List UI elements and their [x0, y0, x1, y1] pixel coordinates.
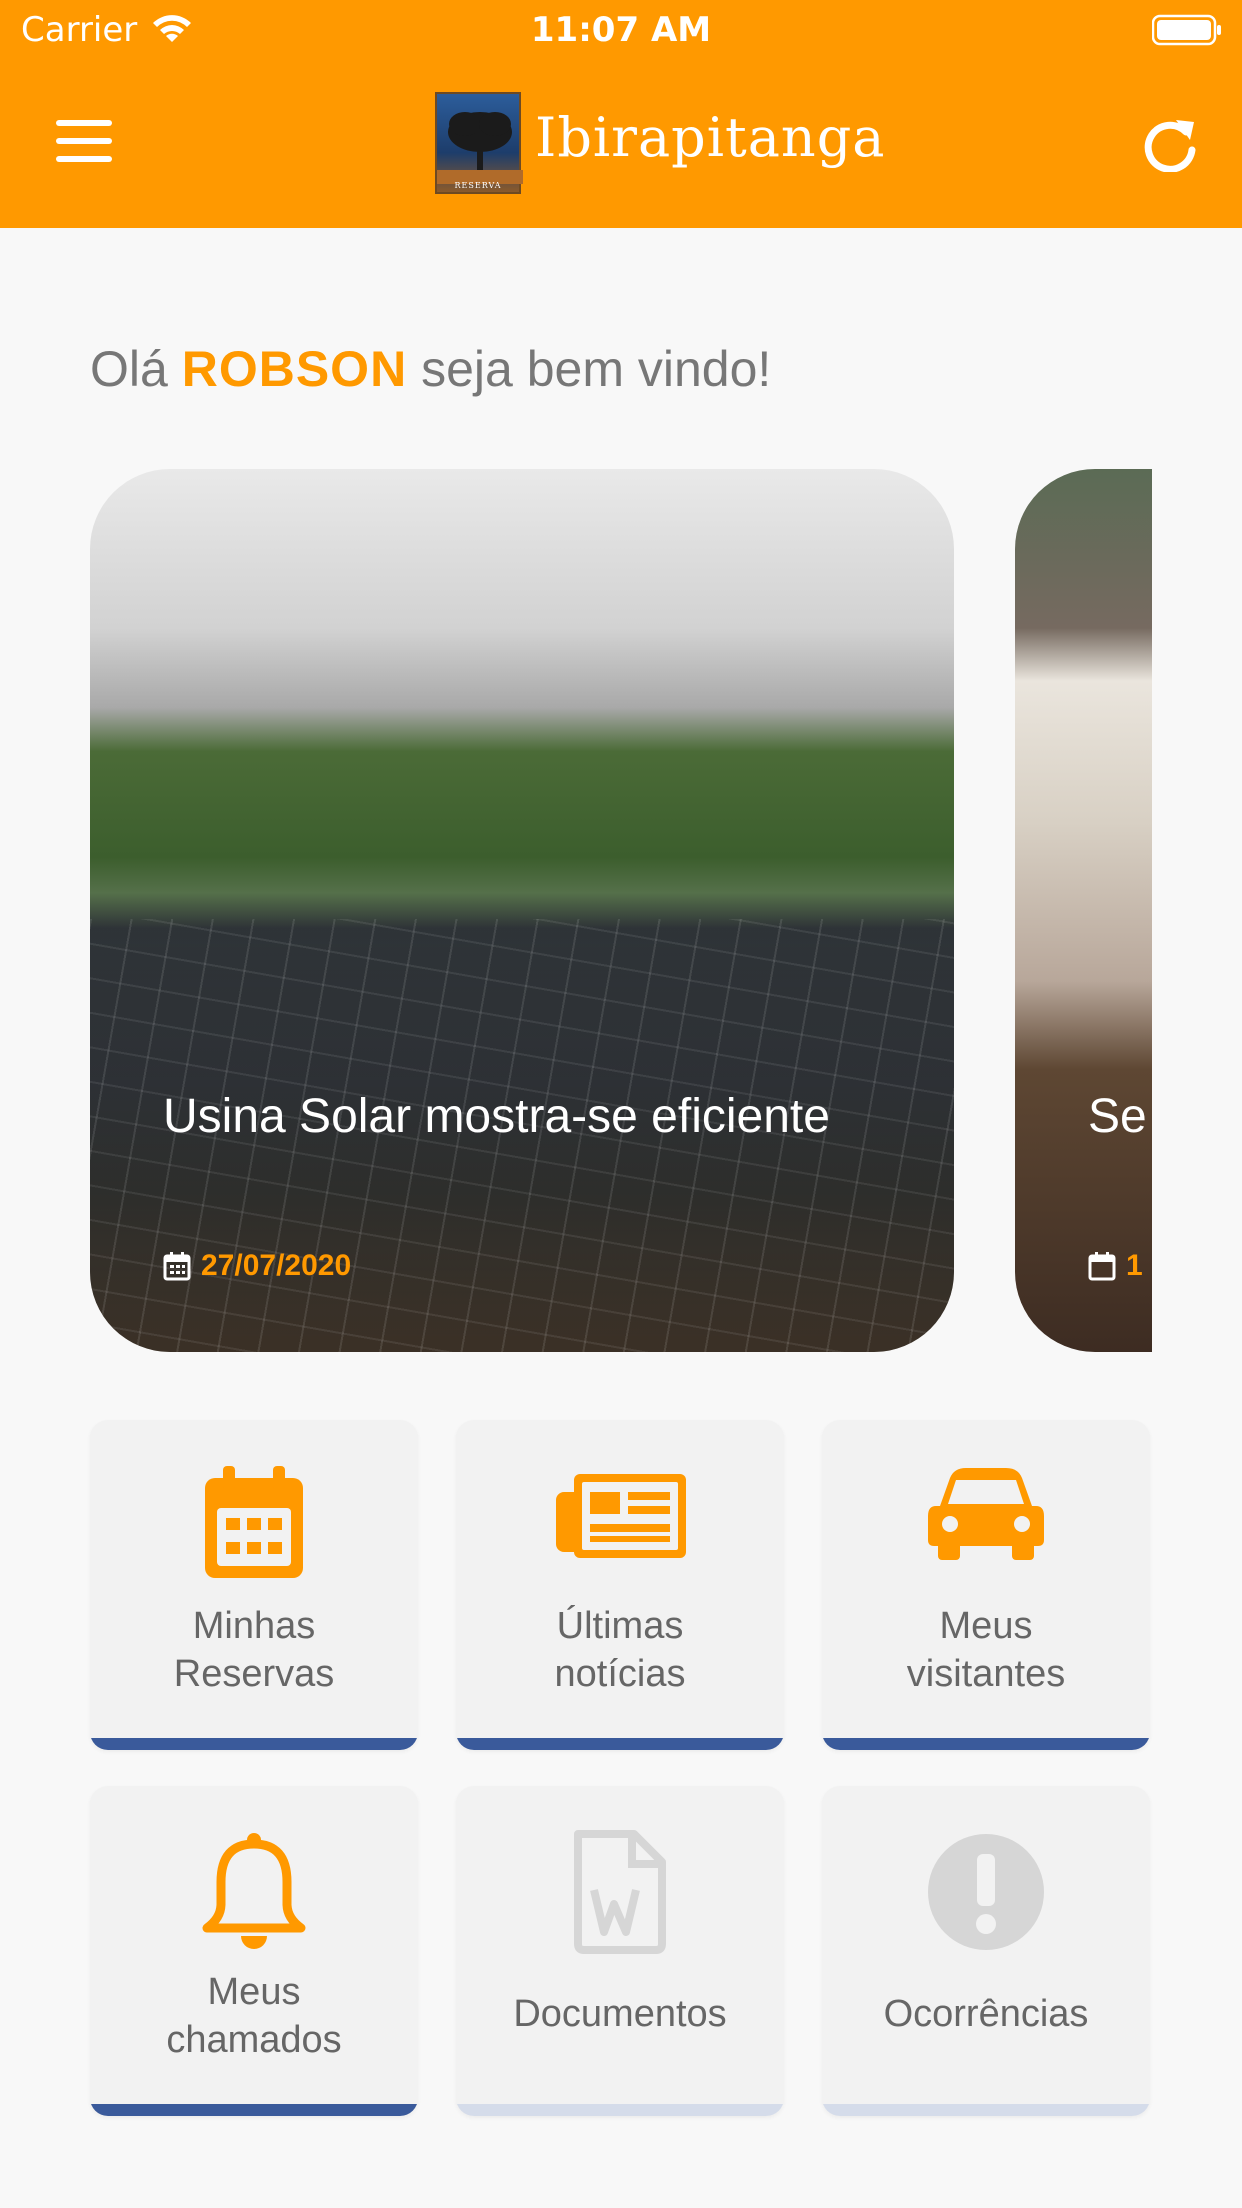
news-card[interactable]: Usina Solar mostra-se eficiente 27/07/20…	[90, 469, 954, 1352]
app-header: Carrier 11:07 AM RESERVA Ibirapitanga	[0, 0, 1242, 228]
news-title: Se ate	[1088, 1090, 1152, 1143]
hamburger-icon	[56, 120, 112, 126]
news-title: Usina Solar mostra-se eficiente	[163, 1090, 830, 1143]
exclamation-circle-icon	[928, 1834, 1044, 1950]
logo-text: Ibirapitanga	[535, 106, 886, 169]
tile-label: Meus chamados	[166, 1971, 342, 2061]
car-icon	[928, 1468, 1044, 1560]
bell-icon	[202, 1833, 306, 1949]
status-bar: Carrier 11:07 AM	[0, 0, 1242, 62]
news-carousel[interactable]: Usina Solar mostra-se eficiente 27/07/20…	[90, 469, 1152, 1352]
tile-ultimas-noticias[interactable]: Últimas notícias	[456, 1420, 784, 1750]
news-card[interactable]: Se ate 1	[1015, 469, 1152, 1352]
tile-meus-chamados[interactable]: Meus chamados	[90, 1786, 418, 2116]
logo-subtext: RESERVA	[454, 181, 502, 190]
menu-button[interactable]	[56, 120, 112, 164]
tile-label: Minhas Reservas	[173, 1605, 335, 1695]
tree-logo-icon: RESERVA	[435, 92, 523, 194]
news-date: 1	[1088, 1249, 1143, 1283]
newspaper-icon	[556, 1474, 686, 1558]
user-name: ROBSON	[181, 341, 408, 397]
calendar-icon	[205, 1466, 303, 1578]
news-image	[1015, 469, 1152, 1352]
calendar-small-icon	[1088, 1252, 1116, 1281]
word-document-icon	[574, 1830, 666, 1954]
greeting-prefix: Olá	[90, 341, 168, 397]
app-logo: RESERVA Ibirapitanga	[435, 90, 884, 195]
news-date: 27/07/2020	[163, 1249, 351, 1283]
greeting: Olá ROBSON seja bem vindo!	[90, 340, 771, 398]
tile-label: Ocorrências	[883, 1993, 1089, 2035]
tile-label: Meus visitantes	[906, 1605, 1066, 1695]
greeting-suffix: seja bem vindo!	[421, 341, 772, 397]
tile-meus-visitantes[interactable]: Meus visitantes	[822, 1420, 1150, 1750]
battery-icon	[1152, 14, 1221, 46]
refresh-icon[interactable]	[1140, 116, 1200, 172]
tile-documentos[interactable]: Documentos	[456, 1786, 784, 2116]
tile-ocorrencias[interactable]: Ocorrências	[822, 1786, 1150, 2116]
tile-label: Documentos	[513, 1993, 727, 2035]
status-time: 11:07 AM	[530, 10, 712, 50]
calendar-small-icon	[163, 1252, 191, 1281]
tile-minhas-reservas[interactable]: Minhas Reservas	[90, 1420, 418, 1750]
tile-label: Últimas notícias	[554, 1605, 686, 1695]
